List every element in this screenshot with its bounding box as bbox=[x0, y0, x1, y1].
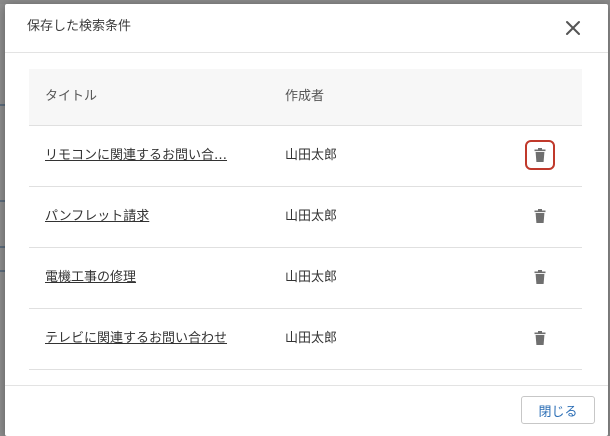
saved-search-table: タイトル 作成者 リモコンに関連するお問い合… 山田太郎 パンフレット請求 山田太郎電… bbox=[29, 69, 582, 370]
search-title-link[interactable]: 電機工事の修理 bbox=[45, 268, 136, 288]
delete-button[interactable] bbox=[525, 140, 555, 170]
trash-icon bbox=[534, 148, 546, 162]
trash-icon bbox=[534, 270, 546, 284]
close-button[interactable] bbox=[561, 16, 585, 40]
author-name: 山田太郎 bbox=[285, 148, 338, 163]
column-header-author: 作成者 bbox=[285, 89, 325, 104]
delete-button[interactable] bbox=[525, 262, 555, 292]
column-header-title: タイトル bbox=[45, 89, 98, 104]
author-name: 山田太郎 bbox=[285, 270, 338, 285]
table-row: 電機工事の修理 山田太郎 bbox=[29, 248, 582, 309]
delete-button[interactable] bbox=[525, 201, 555, 231]
table-row: パンフレット請求 山田太郎 bbox=[29, 187, 582, 248]
table-row: テレビに関連するお問い合わせ 山田太郎 bbox=[29, 309, 582, 370]
dialog-footer: 閉じる bbox=[5, 385, 608, 436]
footer-close-button[interactable]: 閉じる bbox=[521, 396, 595, 424]
search-title-link[interactable]: テレビに関連するお問い合わせ bbox=[45, 329, 227, 349]
delete-button[interactable] bbox=[525, 323, 555, 353]
search-title-link[interactable]: リモコンに関連するお問い合… bbox=[45, 146, 227, 166]
trash-icon bbox=[534, 209, 546, 223]
dialog-title: 保存した検索条件 bbox=[27, 19, 132, 34]
author-name: 山田太郎 bbox=[285, 331, 338, 346]
close-icon bbox=[566, 21, 580, 35]
trash-icon bbox=[534, 331, 546, 345]
table-header: タイトル 作成者 bbox=[29, 69, 582, 126]
author-name: 山田太郎 bbox=[285, 209, 338, 224]
table-row: リモコンに関連するお問い合… 山田太郎 bbox=[29, 126, 582, 187]
dialog-header: 保存した検索条件 bbox=[5, 4, 608, 53]
saved-search-dialog: 保存した検索条件 タイトル 作成者 リモコンに関連するお問い合… 山田太郎 パンフレ… bbox=[5, 4, 608, 436]
search-title-link[interactable]: パンフレット請求 bbox=[45, 207, 149, 227]
